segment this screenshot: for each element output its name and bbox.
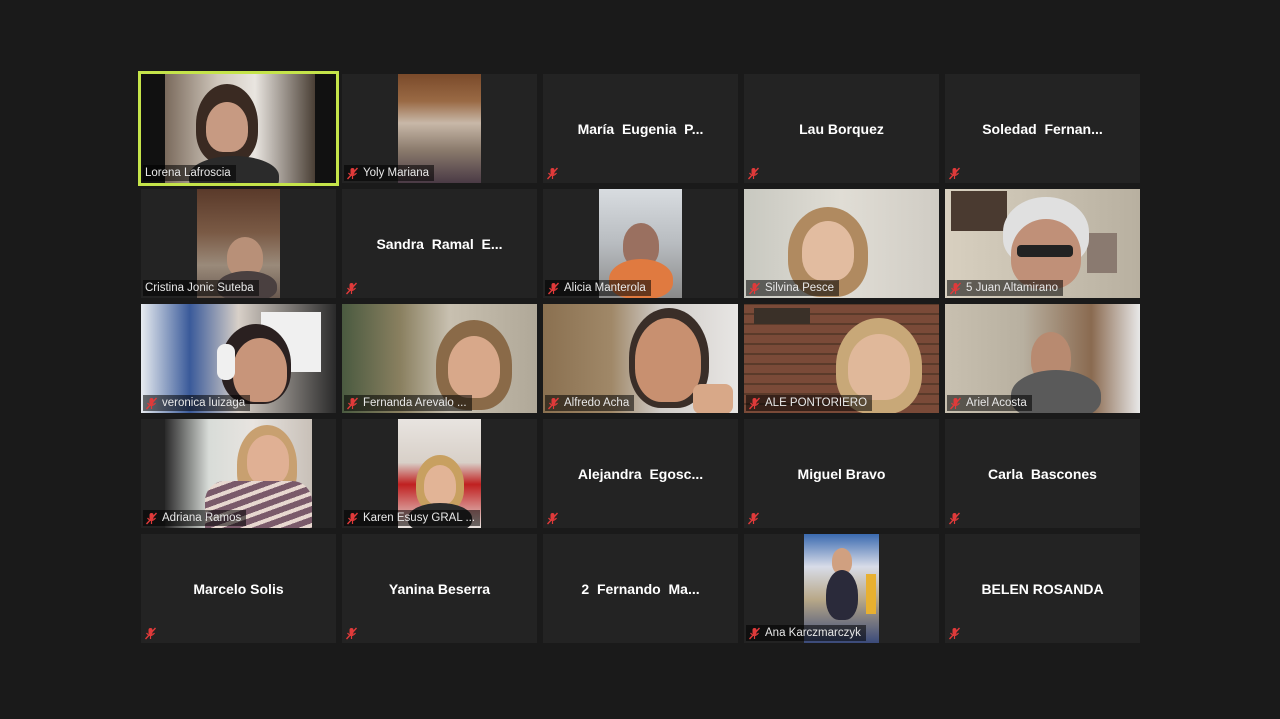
participant-name: Marcelo Solis — [193, 580, 284, 597]
participant-name-label: Alfredo Acha — [545, 395, 635, 411]
participant-name-label: Yoly Mariana — [344, 165, 435, 181]
participant-tile-veronica-luizaga[interactable]: veronica luizaga — [141, 304, 336, 413]
participant-tile-alejandra-egosc[interactable]: Alejandra Egosc... — [543, 419, 738, 528]
participant-name: 2 Fernando Ma... — [581, 580, 700, 597]
participant-name: Lorena Lafroscia — [145, 167, 231, 179]
muted-mic-icon — [949, 282, 962, 294]
participant-name: Alfredo Acha — [564, 397, 630, 409]
muted-mic-icon — [145, 512, 158, 524]
participant-name: Sandra Ramal E... — [376, 235, 503, 252]
participant-name-label: Karen Esusy GRAL ... — [344, 510, 481, 526]
participant-tile-alicia-manterola[interactable]: Alicia Manterola — [543, 189, 738, 298]
participant-tile-marcelo-solis[interactable]: Marcelo Solis — [141, 534, 336, 643]
participant-tile-silvina-pesce[interactable]: Silvina Pesce — [744, 189, 939, 298]
participant-tile-yoly-mariana[interactable]: Yoly Mariana — [342, 74, 537, 183]
muted-mic-icon — [546, 512, 559, 525]
participant-name: Adriana Ramos — [162, 512, 242, 524]
participant-tile-fernando-ma[interactable]: 2 Fernando Ma... — [543, 534, 738, 643]
participant-name: Cristina Jonic Suteba — [145, 282, 254, 294]
participant-tile-juan-altamirano[interactable]: 5 Juan Altamirano — [945, 189, 1140, 298]
participant-name-label: Silvina Pesce — [746, 280, 840, 296]
participant-name: Lau Borquez — [799, 120, 884, 137]
muted-mic-icon — [949, 397, 962, 409]
muted-mic-icon — [144, 627, 157, 640]
gallery-view: Lorena Lafroscia Yoly Mariana María Euge… — [138, 71, 1140, 643]
participant-name: BELEN ROSANDA — [981, 580, 1104, 597]
participant-tile-yanina-beserra[interactable]: Yanina Beserra — [342, 534, 537, 643]
participant-name-label: Fernanda Arevalo ... — [344, 395, 472, 411]
muted-mic-icon — [747, 167, 760, 180]
participant-name: Alejandra Egosc... — [577, 465, 704, 482]
participant-tile-alfredo-acha[interactable]: Alfredo Acha — [543, 304, 738, 413]
participant-name-label: Adriana Ramos — [143, 510, 247, 526]
muted-mic-icon — [546, 167, 559, 180]
participant-name: Carla Bascones — [988, 465, 1097, 482]
muted-mic-icon — [346, 167, 359, 179]
participant-name-label: Ariel Acosta — [947, 395, 1032, 411]
muted-mic-icon — [948, 167, 961, 180]
muted-mic-icon — [145, 397, 158, 409]
participant-name: ALE PONTORIERO — [765, 397, 868, 409]
participant-name: Yanina Beserra — [388, 580, 491, 597]
muted-mic-icon — [948, 627, 961, 640]
participant-name: Ana Karczmarczyk — [765, 627, 861, 639]
participant-tile-ana-karczmarczyk[interactable]: Ana Karczmarczyk — [744, 534, 939, 643]
participant-name: Alicia Manterola — [564, 282, 646, 294]
muted-mic-icon — [748, 397, 761, 409]
muted-mic-icon — [948, 512, 961, 525]
participant-name: Karen Esusy GRAL ... — [363, 512, 476, 524]
participant-name-label: ALE PONTORIERO — [746, 395, 873, 411]
muted-mic-icon — [547, 282, 560, 294]
participant-tile-miguel-bravo[interactable]: Miguel Bravo — [744, 419, 939, 528]
participant-tile-ale-pontoriero[interactable]: ALE PONTORIERO — [744, 304, 939, 413]
participant-tile-fernanda-arevalo[interactable]: Fernanda Arevalo ... — [342, 304, 537, 413]
muted-mic-icon — [345, 282, 358, 295]
muted-mic-icon — [748, 282, 761, 294]
participant-tile-lau-borquez[interactable]: Lau Borquez — [744, 74, 939, 183]
muted-mic-icon — [345, 627, 358, 640]
participant-tile-karen-esusy[interactable]: Karen Esusy GRAL ... — [342, 419, 537, 528]
participant-tile-soledad-fernan[interactable]: Soledad Fernan... — [945, 74, 1140, 183]
participant-name-label: Lorena Lafroscia — [143, 165, 236, 181]
muted-mic-icon — [748, 627, 761, 639]
participant-name: Miguel Bravo — [797, 465, 886, 482]
participant-name: María Eugenia P... — [577, 120, 704, 137]
participant-tile-cristina-jonic[interactable]: Cristina Jonic Suteba — [141, 189, 336, 298]
participant-tile-carla-bascones[interactable]: Carla Bascones — [945, 419, 1140, 528]
muted-mic-icon — [747, 512, 760, 525]
participant-name-label: veronica luizaga — [143, 395, 251, 411]
participant-tile-lorena-lafroscia[interactable]: Lorena Lafroscia — [138, 71, 339, 186]
participant-name: Yoly Mariana — [363, 167, 430, 179]
participant-name-label: Ana Karczmarczyk — [746, 625, 866, 641]
participant-tile-belen-rosanda[interactable]: BELEN ROSANDA — [945, 534, 1140, 643]
participant-name: veronica luizaga — [162, 397, 246, 409]
participant-tile-ariel-acosta[interactable]: Ariel Acosta — [945, 304, 1140, 413]
participant-name-label: Cristina Jonic Suteba — [143, 280, 259, 296]
participant-name-label: 5 Juan Altamirano — [947, 280, 1064, 296]
muted-mic-icon — [346, 397, 359, 409]
muted-mic-icon — [547, 397, 560, 409]
muted-mic-icon — [346, 512, 359, 524]
participant-tile-adriana-ramos[interactable]: Adriana Ramos — [141, 419, 336, 528]
participant-name: Ariel Acosta — [966, 397, 1027, 409]
participant-tile-maria-eugenia[interactable]: María Eugenia P... — [543, 74, 738, 183]
participant-tile-sandra-ramal[interactable]: Sandra Ramal E... — [342, 189, 537, 298]
participant-name: Soledad Fernan... — [982, 120, 1103, 137]
participant-name: 5 Juan Altamirano — [966, 282, 1059, 294]
participant-name: Fernanda Arevalo ... — [363, 397, 467, 409]
participant-name-label: Alicia Manterola — [545, 280, 651, 296]
participant-name: Silvina Pesce — [765, 282, 835, 294]
